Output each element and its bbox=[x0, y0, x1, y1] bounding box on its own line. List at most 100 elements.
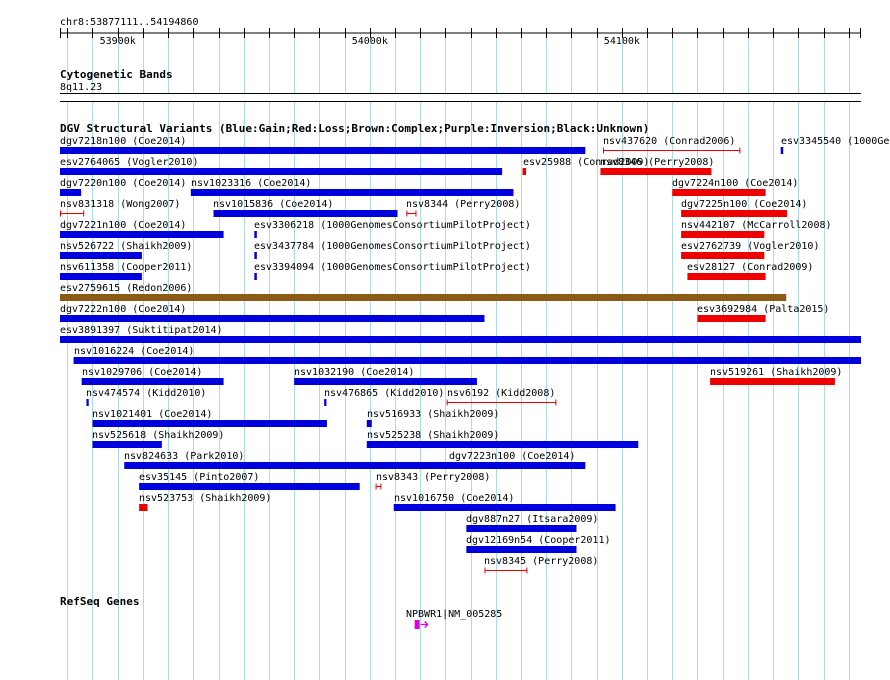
gene-exon bbox=[414, 620, 420, 629]
variant-label: nsv8343 (Perry2008) bbox=[376, 472, 490, 483]
variant-feature[interactable]: esv3394094 (1000GenomesConsortiumPilotPr… bbox=[254, 262, 531, 280]
ruler-track: chr8:53877111..54194860 53900k 54000k 5410… bbox=[60, 17, 861, 47]
variant-feature[interactable]: nsv516933 (Shaikh2009) bbox=[366, 409, 500, 427]
variant-feature[interactable]: esv2759615 (Redon2006) bbox=[60, 283, 787, 301]
variant-label: nsv1016224 (Coe2014) bbox=[74, 346, 194, 357]
variant-label: esv3692984 (Palta2015) bbox=[697, 304, 829, 315]
variant-feature[interactable]: dgv7223n100 (Coe2014) bbox=[449, 451, 586, 469]
variant-feature[interactable]: nsv442107 (McCarroll2008) bbox=[681, 220, 832, 238]
variant-bar bbox=[324, 399, 327, 406]
variant-feature[interactable]: dgv7225n100 (Coe2014) bbox=[681, 199, 807, 217]
variant-bar bbox=[139, 504, 148, 511]
variant-feature[interactable]: nsv1021401 (Coe2014) bbox=[92, 409, 327, 427]
variant-label: esv2762739 (Vogler2010) bbox=[681, 241, 819, 252]
variant-bar bbox=[466, 546, 577, 553]
variant-label: nsv519261 (Shaikh2009) bbox=[710, 367, 842, 378]
variant-feature[interactable]: nsv8345 (Perry2008) bbox=[484, 556, 598, 574]
variant-feature[interactable]: nsv476865 (Kidd2010) bbox=[324, 388, 444, 406]
variant-label: dgv7225n100 (Coe2014) bbox=[681, 199, 807, 210]
variant-label: dgv7221n100 (Coe2014) bbox=[60, 220, 186, 231]
variant-feature[interactable]: nsv611358 (Cooper2011) bbox=[60, 262, 192, 280]
variant-label: nsv8345 (Perry2008) bbox=[484, 556, 598, 567]
variant-feature[interactable]: dgv7220n100 (Coe2014) bbox=[60, 178, 186, 196]
variant-feature[interactable]: nsv523753 (Shaikh2009) bbox=[139, 493, 271, 511]
variant-label: esv2759615 (Redon2006) bbox=[60, 283, 192, 294]
variant-label: nsv1021401 (Coe2014) bbox=[92, 409, 212, 420]
gene-glyph[interactable] bbox=[414, 620, 429, 629]
variant-bar bbox=[681, 210, 787, 217]
variant-bar bbox=[60, 294, 787, 301]
variant-bar bbox=[124, 462, 452, 469]
variant-label: dgv7220n100 (Coe2014) bbox=[60, 178, 186, 189]
variant-feature[interactable]: nsv437620 (Conrad2006) bbox=[602, 136, 741, 154]
variant-feature[interactable]: nsv526722 (Shaikh2009) bbox=[60, 241, 192, 259]
variant-bar bbox=[672, 189, 766, 196]
variant-bar bbox=[522, 168, 527, 175]
variant-label: nsv1029706 (Coe2014) bbox=[82, 367, 202, 378]
variant-feature[interactable]: esv28127 (Conrad2009) bbox=[687, 262, 813, 280]
variant-feature[interactable]: nsv1016750 (Coe2014) bbox=[393, 493, 616, 511]
variant-label: dgv7222n100 (Coe2014) bbox=[60, 304, 186, 315]
genome-browser-panel: chr8:53877111..54194860 53900k 54000k 5410… bbox=[60, 17, 890, 680]
variant-feature[interactable]: nsv1029706 (Coe2014) bbox=[81, 367, 224, 385]
variant-feature[interactable]: nsv831318 (Wong2007) bbox=[60, 199, 180, 217]
variant-feature[interactable]: dgv887n27 (Itsara2009) bbox=[466, 514, 598, 532]
variant-label: nsv824633 (Park2010) bbox=[124, 451, 244, 462]
variant-feature[interactable]: dgv7218n100 (Coe2014) bbox=[60, 136, 586, 154]
variant-feature[interactable]: nsv8343 (Perry2008) bbox=[375, 472, 491, 490]
variant-feature[interactable]: nsv1016224 (Coe2014) bbox=[73, 346, 861, 364]
refseq-genes-track: RefSeq Genes NPBWR1|NM_005285 bbox=[60, 595, 502, 629]
variant-bar bbox=[60, 231, 224, 238]
variant-feature[interactable]: nsv1023316 (Coe2014) bbox=[190, 178, 514, 196]
variant-label: nsv525618 (Shaikh2009) bbox=[92, 430, 224, 441]
variant-label: nsv442107 (McCarroll2008) bbox=[681, 220, 832, 231]
variant-label: nsv525238 (Shaikh2009) bbox=[367, 430, 499, 441]
cytogenetic-bands-title: Cytogenetic Bands bbox=[60, 68, 173, 81]
variant-label: nsv476865 (Kidd2010) bbox=[324, 388, 444, 399]
variant-feature[interactable]: esv2764065 (Vogler2010) bbox=[60, 157, 503, 175]
variant-label: esv28127 (Conrad2009) bbox=[687, 262, 813, 273]
variant-feature[interactable]: esv3345540 (1000Genomes bbox=[780, 136, 890, 154]
variant-label: esv3394094 (1000GenomesConsortiumPilotPr… bbox=[254, 262, 531, 273]
variant-feature[interactable]: nsv8346 (Perry2008) bbox=[600, 157, 714, 175]
variant-feature[interactable]: nsv8344 (Perry2008) bbox=[406, 199, 520, 217]
cytoband-bar[interactable] bbox=[60, 93, 861, 102]
variant-bar bbox=[697, 315, 766, 322]
variant-feature[interactable]: nsv1032190 (Coe2014) bbox=[294, 367, 477, 385]
variant-bar bbox=[366, 420, 372, 427]
gene-label: NPBWR1|NM_005285 bbox=[406, 609, 502, 620]
variant-bar bbox=[73, 357, 861, 364]
dgv-variants: dgv7218n100 (Coe2014) nsv437620 (Conrad20… bbox=[60, 136, 890, 574]
variant-bar bbox=[254, 273, 257, 280]
region-label: chr8:53877111..54194860 bbox=[60, 17, 198, 28]
variant-label: nsv526722 (Shaikh2009) bbox=[60, 241, 192, 252]
ruler-tick-label: 53900k bbox=[100, 36, 136, 47]
variant-label: dgv7223n100 (Coe2014) bbox=[449, 451, 575, 462]
variant-feature[interactable]: nsv525618 (Shaikh2009) bbox=[92, 430, 224, 448]
variant-bar bbox=[60, 189, 82, 196]
variant-bar bbox=[60, 168, 503, 175]
variant-feature[interactable]: dgv7224n100 (Coe2014) bbox=[672, 178, 798, 196]
variant-feature[interactable]: esv3891397 (Suktitipat2014) bbox=[60, 325, 861, 343]
variant-label: nsv474574 (Kidd2010) bbox=[86, 388, 206, 399]
variant-feature[interactable]: nsv474574 (Kidd2010) bbox=[86, 388, 206, 406]
variant-bar bbox=[600, 168, 712, 175]
variant-feature[interactable]: nsv1015836 (Coe2014) bbox=[213, 199, 398, 217]
variant-feature[interactable]: esv35145 (Pinto2007) bbox=[139, 472, 360, 490]
variant-bar bbox=[681, 252, 765, 259]
variant-label: esv3345540 (1000Genomes bbox=[781, 136, 890, 147]
variant-feature[interactable]: esv3692984 (Palta2015) bbox=[697, 304, 829, 322]
variant-feature[interactable]: nsv824633 (Park2010) bbox=[124, 451, 452, 469]
cytoband-label: 8q11.23 bbox=[60, 82, 102, 93]
variant-feature[interactable]: nsv519261 (Shaikh2009) bbox=[710, 367, 842, 385]
variant-label: nsv831318 (Wong2007) bbox=[60, 199, 180, 210]
variant-bar bbox=[710, 378, 835, 385]
variant-feature[interactable]: nsv6192 (Kidd2008) bbox=[446, 388, 557, 406]
variant-feature[interactable]: esv3437784 (1000GenomesConsortiumPilotPr… bbox=[254, 241, 531, 259]
variant-label: nsv611358 (Cooper2011) bbox=[60, 262, 192, 273]
variant-feature[interactable]: esv3306218 (1000GenomesConsortiumPilotPr… bbox=[254, 220, 531, 238]
variant-bar bbox=[254, 231, 257, 238]
variant-label: esv2764065 (Vogler2010) bbox=[60, 157, 198, 168]
variant-feature[interactable]: dgv7221n100 (Coe2014) bbox=[60, 220, 224, 238]
variant-feature[interactable]: dgv12169n54 (Cooper2011) bbox=[466, 535, 611, 553]
